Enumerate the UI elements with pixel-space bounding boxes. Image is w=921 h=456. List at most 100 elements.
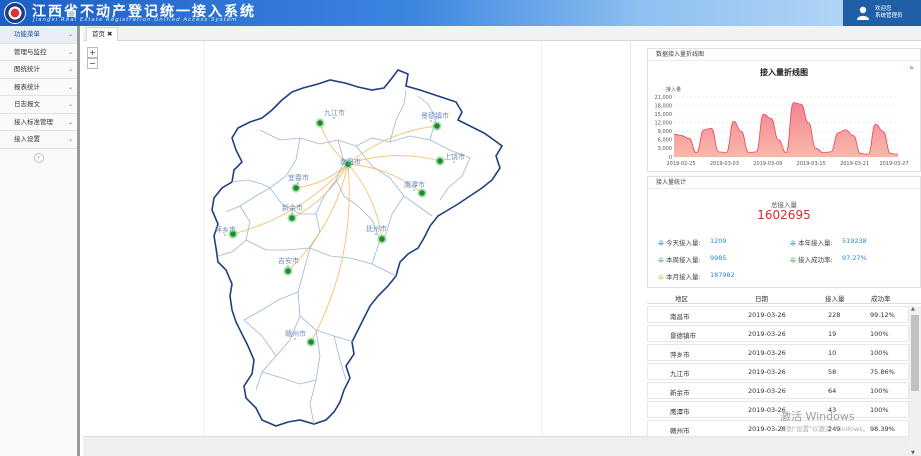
scroll-down-icon[interactable]: ▼ [911, 450, 915, 456]
stat-value: 9985 [710, 254, 727, 262]
city-label: 抚州市 [366, 224, 387, 233]
table-row[interactable]: 新余市 2019-03-26 64 100% [647, 382, 909, 399]
stat-value: 97.27% [842, 254, 867, 262]
data-table: 南昌市 2019-03-26 228 99.12% 景德镇市 2019-03-26 19 10… [647, 306, 909, 456]
table-cell: 2019-03-26 [748, 311, 786, 319]
stat-value: 519238 [842, 237, 867, 245]
chart-title: 接入量折线图 [760, 68, 808, 77]
sidebar-item-label: 日志报文 [14, 100, 40, 108]
tab-label: 首页 [92, 30, 105, 38]
table-header: 地区 日期 接入量 成功率 [647, 290, 921, 304]
table-row[interactable]: 萍乡市 2019-03-26 10 100% [647, 344, 909, 361]
sidebar-item[interactable]: 接入标准管理 ⌄ [0, 114, 77, 131]
y-tick-label: 18,000 [655, 103, 673, 109]
x-tick-label: 2019-03-21 [840, 161, 869, 167]
table-cell: 75.86% [870, 368, 895, 376]
table-cell: 萍乡市 [670, 351, 690, 359]
table-cell: 100% [870, 349, 889, 357]
sidebar-item[interactable]: 管理与监控 ⌄ [0, 44, 77, 61]
line-chart-panel: 数据接入量折线图 接入量折线图 » 接入量 0 3,000 6,000 9,000 12,… [647, 48, 921, 172]
right-column: 数据接入量折线图 接入量折线图 » 接入量 0 3,000 6,000 9,000 12,… [647, 42, 921, 456]
stat-label: 本月接入量: [666, 273, 701, 281]
stat-item: ⁜ 接入成功率: 97.27% [788, 254, 918, 265]
stat-value: 1209 [710, 237, 727, 245]
tab-home[interactable]: 首页 ✖ [86, 27, 119, 41]
x-tick-label: 2019-03-03 [710, 161, 739, 167]
map-panel[interactable]: + − 九江市 景德镇市 南昌市 上饶市 宜春市鹰潭市 新余市 萍乡市 抚州市 … [83, 42, 631, 436]
table-cell: 19 [828, 330, 837, 338]
y-tick-label: 21,000 [655, 95, 673, 101]
col-date: 日期 [755, 295, 768, 303]
city-label: 景德镇市 [421, 111, 449, 120]
table-cell: 228 [828, 311, 841, 319]
sidebar-item[interactable]: 日志报文 ⌄ [0, 96, 77, 114]
table-cell: 南昌市 [670, 313, 690, 321]
chevron-down-icon: ⌄ [67, 48, 73, 56]
total-value: 1602695 [757, 208, 811, 222]
access-area-chart: 接入量 0 3,000 6,000 9,000 12,000 15,000 18,000 21,… [655, 86, 909, 167]
sidebar-item-label: 报表统计 [14, 82, 40, 91]
y-tick-label: 12,000 [655, 121, 673, 127]
x-tick-label: 2019-03-15 [797, 161, 826, 167]
scroll-thumb[interactable] [911, 315, 919, 391]
app-header: 江西省不动产登记统一接入系统 Jiangxi Real Estate Regis… [0, 0, 921, 26]
stat-label: 本年接入量: [798, 239, 833, 247]
col-count: 接入量 [825, 295, 845, 303]
emblem-logo [4, 2, 26, 24]
chevron-down-icon: ⌄ [67, 136, 73, 143]
table-row[interactable]: 景德镇市 2019-03-26 19 100% [647, 325, 909, 342]
table-cell: 100% [870, 406, 889, 414]
sidebar-item[interactable]: 功能菜单 ⌄ [0, 26, 77, 44]
city-label: 南昌市 [340, 157, 361, 166]
sidebar: 功能菜单 ⌄ 管理与监控 ⌄ 图统统计 ⌄ 报表统计 ⌄ 日志报文 ⌄ 接入标准管理 ⌄ 接入设置 ⌄ ‹ [0, 26, 80, 456]
table-cell: 赣州市 [670, 427, 690, 435]
chevron-down-icon: ⌄ [67, 83, 73, 91]
sidebar-item[interactable]: 报表统计 ⌄ [0, 79, 77, 96]
sidebar-item[interactable]: 接入设置 ⌄ [0, 131, 77, 149]
user-menu[interactable]: 欢迎您 系统管理员 [843, 0, 921, 26]
vertical-scrollbar[interactable]: ▲ ▼ [909, 306, 921, 456]
table-row[interactable]: 赣州市 2019-03-26 249 98.39% [647, 420, 909, 437]
x-tick-label: 2019-02-25 [666, 161, 695, 167]
stats-header: 接入量统计 [648, 177, 920, 189]
activation-watermark: 激活 Windows [780, 410, 855, 423]
app-subtitle: Jiangxi Real Estate Registration Unified… [33, 17, 238, 23]
scroll-up-icon[interactable]: ▲ [911, 306, 915, 312]
stat-label: 本周接入量: [666, 256, 701, 264]
stat-item: ⁜ 今天接入量: 1209 [656, 237, 786, 248]
y-tick-label: 9,000 [658, 129, 672, 135]
table-cell: 鹰潭市 [670, 408, 690, 416]
sidebar-item[interactable]: 图统统计 ⌄ [0, 61, 77, 79]
stat-label: 接入成功率: [798, 256, 833, 264]
table-cell: 新余市 [670, 389, 690, 397]
activation-hint: 转到"设置"以激活 Windows。 [780, 425, 870, 433]
province-outline [211, 69, 504, 427]
close-icon[interactable]: ✖ [107, 30, 112, 38]
stat-item: ⁜ 本月接入量: 187982 [656, 271, 786, 282]
chevron-left-icon[interactable]: ‹ [33, 152, 44, 163]
user-avatar-icon [857, 6, 869, 20]
y-axis-label: 接入量 [666, 86, 681, 93]
x-tick-label: 2019-03-09 [753, 161, 782, 167]
col-rate: 成功率 [871, 295, 891, 303]
city-label: 鹰潭市 [404, 180, 425, 189]
city-label: 萍乡市 [215, 225, 236, 234]
sidebar-item-label: 接入标准管理 [14, 117, 53, 126]
table-cell: 10 [828, 349, 837, 357]
expand-icon[interactable]: » [909, 63, 914, 72]
city-label: 吉安市 [278, 256, 299, 265]
city-label: 上饶市 [444, 152, 465, 161]
table-row[interactable]: 鹰潭市 2019-03-26 43 100% [647, 401, 909, 418]
col-region: 地区 [675, 295, 688, 303]
sidebar-item-label: 图统统计 [14, 65, 40, 73]
chevron-down-icon: ⌄ [67, 31, 73, 38]
table-cell: 98.39% [870, 425, 895, 433]
table-row[interactable]: 南昌市 2019-03-26 228 99.12% [647, 306, 909, 323]
y-tick-label: 3,000 [658, 146, 672, 152]
stat-item: ⁜ 本年接入量: 519238 [788, 237, 918, 248]
x-tick-label: 2019-03-27 [879, 161, 908, 167]
pulse-icon: ⁜ [657, 256, 665, 265]
pulse-icon: ⁜ [789, 256, 797, 265]
jiangxi-map: 九江市 景德镇市南昌市 上饶市宜春市鹰潭市新余市萍乡市 抚州市吉安市赣州市 [211, 69, 504, 427]
table-row[interactable]: 九江市 2019-03-26 58 75.86% [647, 363, 909, 380]
